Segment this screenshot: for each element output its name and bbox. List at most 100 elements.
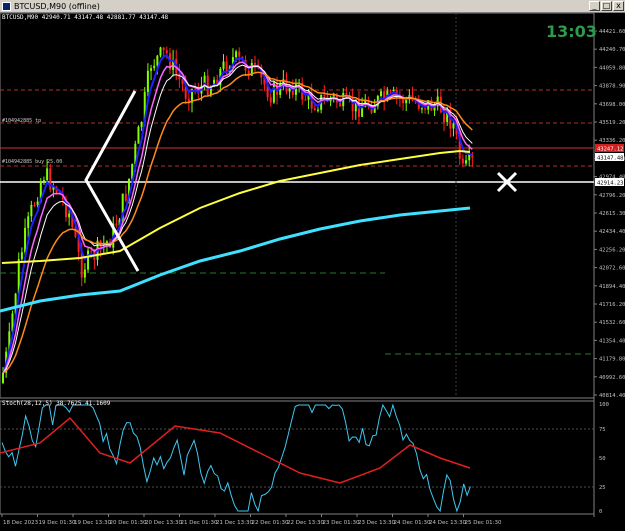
time-tick-label: 21 Dec 13:30 [216, 520, 253, 526]
stochastic-axis: 100 75 50 25 0 [599, 402, 609, 515]
price-tick-label: 41716.20 [599, 302, 625, 308]
candle-body [146, 70, 149, 92]
candle-body [389, 90, 392, 92]
candle-body [83, 269, 86, 278]
candle-body [124, 193, 127, 201]
tp-price-text: 43247.12 [597, 147, 624, 153]
candle-body [153, 65, 156, 69]
time-tick-label: 19 Dec 13:30 [74, 520, 111, 526]
candle-body [46, 168, 49, 181]
close-button[interactable]: x [613, 1, 624, 11]
candle-body [323, 94, 326, 97]
candle-body [137, 126, 140, 144]
price-tick-label: 40814.40 [599, 393, 625, 399]
time-tick-label: 24 Dec 01:30 [394, 520, 431, 526]
price-tick-label: 42072.60 [599, 266, 625, 272]
candle-body [165, 50, 168, 54]
candle-body [452, 123, 455, 129]
time-tick-label: 20 Dec 13:30 [145, 520, 182, 526]
candle-body [317, 109, 319, 111]
chart-window-icon [2, 2, 11, 11]
candle-body [159, 47, 162, 56]
time-tick-label: 18 Dec 2023 [3, 520, 39, 526]
candle-body [24, 227, 27, 253]
candle-body [443, 112, 445, 123]
candle-body [150, 68, 153, 71]
candle-body [276, 82, 279, 95]
price-tick-label: 43698.00 [599, 102, 625, 108]
candle-body [156, 55, 159, 66]
candle-body [420, 108, 423, 110]
price-tick-label: 42796.20 [599, 193, 625, 199]
price-tick-label: 44059.80 [599, 65, 625, 71]
candle-body [345, 93, 348, 95]
candle-body [33, 204, 36, 206]
price-tick-label: 43336.20 [599, 138, 625, 144]
price-tick-label: 41894.40 [599, 284, 625, 290]
candle-body [87, 250, 90, 270]
time-tick-label: 25 Dec 01:30 [465, 520, 502, 526]
candle-body [392, 89, 395, 92]
candle-body [115, 223, 118, 226]
price-tick-label: 43878.90 [599, 84, 625, 90]
candle-body [304, 99, 307, 101]
candle-body [2, 372, 4, 383]
price-tick-label: 43519.20 [599, 120, 625, 126]
stoch-tick-label: 75 [599, 427, 606, 433]
time-tick-label: 19 Dec 01:30 [39, 520, 76, 526]
candle-body [235, 51, 238, 58]
price-tick-label: 41532.60 [599, 320, 625, 326]
time-tick-label: 22 Dec 01:30 [252, 520, 289, 526]
stochastic-info: Stoch(28,12,5) 38.7625 41.1609 [2, 400, 111, 407]
price-tick-label: 40992.60 [599, 375, 625, 381]
entry-price-text: 42914.23 [597, 181, 624, 187]
time-tick-label: 20 Dec 01:30 [110, 520, 147, 526]
time-tick-label: 23 Dec 13:30 [358, 520, 395, 526]
stoch-tick-label: 50 [599, 456, 606, 462]
candle-body [468, 154, 471, 161]
time-tick-label: 22 Dec 13:30 [287, 520, 324, 526]
chart-info-line: BTCUSD,M90 42940.71 43147.48 42881.77 43… [2, 14, 169, 21]
price-tick-label: 44421.60 [599, 29, 625, 35]
stoch-tick-label: 100 [599, 402, 609, 408]
price-tick-label: 42256.20 [599, 247, 625, 253]
candle-body [206, 75, 209, 96]
candle-body [269, 97, 272, 103]
candle-body [36, 201, 39, 206]
price-tick-label: 42615.30 [599, 211, 625, 217]
time-tick-label: 24 Dec 13:30 [429, 520, 466, 526]
candle-body [424, 108, 427, 110]
candle-body [254, 62, 256, 65]
candle-body [465, 160, 468, 164]
candle-body [162, 47, 165, 51]
candle-body [42, 180, 45, 182]
time-axis: 18 Dec 2023 19 Dec 01:3019 Dec 13:3020 De… [1, 514, 502, 526]
maximize-button[interactable]: □ [601, 1, 612, 11]
time-tick-label: 21 Dec 01:30 [181, 520, 218, 526]
price-tick-label: 41354.40 [599, 338, 625, 344]
candle-body [380, 91, 382, 97]
window-title: BTCUSD,M90 (offline) [14, 2, 100, 11]
candle-body [68, 213, 71, 218]
price-axis: 44421.60 44240.70 44059.80 43878.90 43698.00… [594, 29, 625, 399]
buy-line-label: #104942885 buy 25.00 [2, 159, 63, 165]
stoch-tick-label: 25 [599, 485, 606, 491]
candle-body [313, 108, 316, 111]
candle-body [140, 122, 143, 127]
time-tick-label: 23 Dec 01:30 [323, 520, 360, 526]
price-tick-label: 42434.40 [599, 229, 625, 235]
stoch-tick-label: 0 [599, 509, 602, 515]
price-tick-label: 41179.80 [599, 357, 625, 363]
candle-body [461, 158, 464, 164]
price-chart[interactable]: 44421.60 44240.70 44059.80 43878.90 43698.00… [0, 13, 625, 531]
stochastic-plot-area [0, 400, 595, 515]
candle-body [90, 250, 93, 252]
candle-body [30, 204, 33, 217]
main-plot-area [0, 13, 595, 399]
candle-body [49, 168, 52, 190]
current-price-text: 43147.48 [597, 156, 624, 162]
clock-display: 13:03 [546, 22, 597, 41]
candle-body [222, 61, 225, 69]
title-bar: BTCUSD,M90 (offline) _ □ x [0, 0, 625, 13]
minimize-button[interactable]: _ [589, 1, 600, 11]
